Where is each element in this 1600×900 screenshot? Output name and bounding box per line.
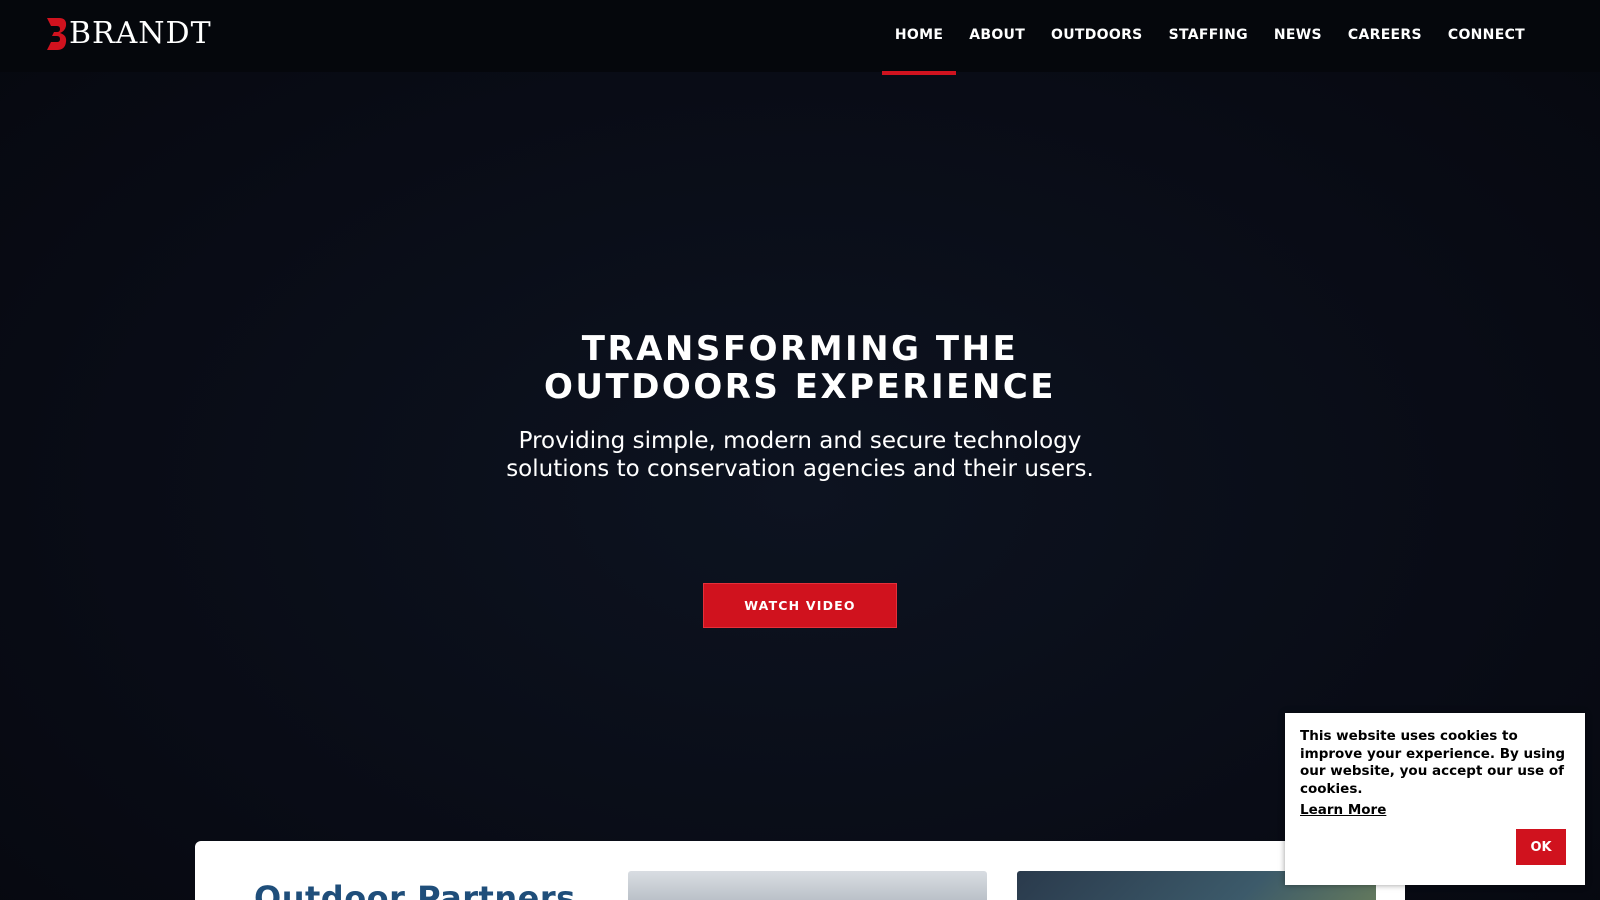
nav-item-about[interactable]: ABOUT <box>956 0 1038 72</box>
cookie-message: This website uses cookies to improve you… <box>1300 728 1566 797</box>
nav-item-careers[interactable]: CAREERS <box>1335 0 1435 72</box>
nav-item-connect[interactable]: CONNECT <box>1435 0 1538 72</box>
hero-title-line1: TRANSFORMING THE <box>581 329 1019 369</box>
hero-subtitle: Providing simple, modern and secure tech… <box>506 428 1094 482</box>
nav-item-staffing[interactable]: STAFFING <box>1156 0 1261 72</box>
nav-item-news[interactable]: NEWS <box>1261 0 1335 72</box>
partner-thumbnail[interactable] <box>628 871 987 900</box>
partners-title: Outdoor Partners <box>254 879 576 900</box>
watch-video-button[interactable]: WATCH VIDEO <box>703 583 897 628</box>
logo-text: BRANDT <box>69 16 212 51</box>
learn-more-link[interactable]: Learn More <box>1300 802 1386 818</box>
brandt-logo[interactable]: BRANDT <box>45 17 212 51</box>
main-nav: HOME ABOUT OUTDOORS STAFFING NEWS CAREER… <box>881 0 1538 75</box>
nav-item-outdoors[interactable]: OUTDOORS <box>1038 0 1156 72</box>
cookie-ok-button[interactable]: OK <box>1516 829 1566 865</box>
hero-title-line2: OUTDOORS EXPERIENCE <box>543 367 1056 407</box>
hero-title: TRANSFORMING THE OUTDOORS EXPERIENCE <box>400 330 1200 406</box>
cookie-banner: This website uses cookies to improve you… <box>1285 713 1585 885</box>
nav-item-home[interactable]: HOME <box>881 0 957 75</box>
outdoor-partners-card: Outdoor Partners <box>195 841 1405 900</box>
site-header: BRANDT HOME ABOUT OUTDOORS STAFFING NEWS… <box>0 0 1600 75</box>
page: BRANDT HOME ABOUT OUTDOORS STAFFING NEWS… <box>0 0 1600 900</box>
brandt-mark-icon <box>47 18 67 50</box>
